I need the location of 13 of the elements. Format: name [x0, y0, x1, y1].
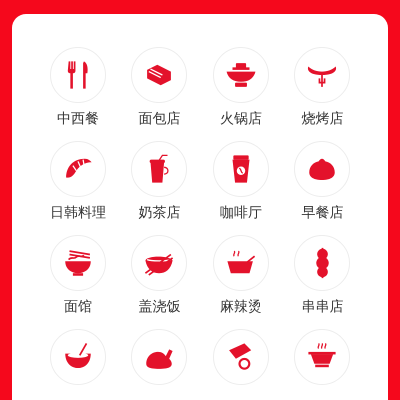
category-label: 日韩料理 — [50, 204, 106, 223]
category-label: 中西餐 — [56, 110, 99, 129]
skewer-icon — [316, 247, 329, 279]
category-label: 咖啡厅 — [220, 204, 262, 223]
category-label: 盖浇饭 — [138, 298, 180, 317]
category-label: 面包店 — [138, 110, 180, 129]
category-label: 奶茶店 — [138, 204, 180, 223]
category-label: 面馆 — [64, 298, 92, 317]
category-label: 火锅店 — [220, 110, 262, 129]
category-label: 早餐店 — [301, 204, 344, 223]
category-label: 串串店 — [301, 298, 344, 317]
category-label: 麻辣烫 — [220, 298, 262, 317]
category-label: 烧烤店 — [301, 110, 344, 129]
